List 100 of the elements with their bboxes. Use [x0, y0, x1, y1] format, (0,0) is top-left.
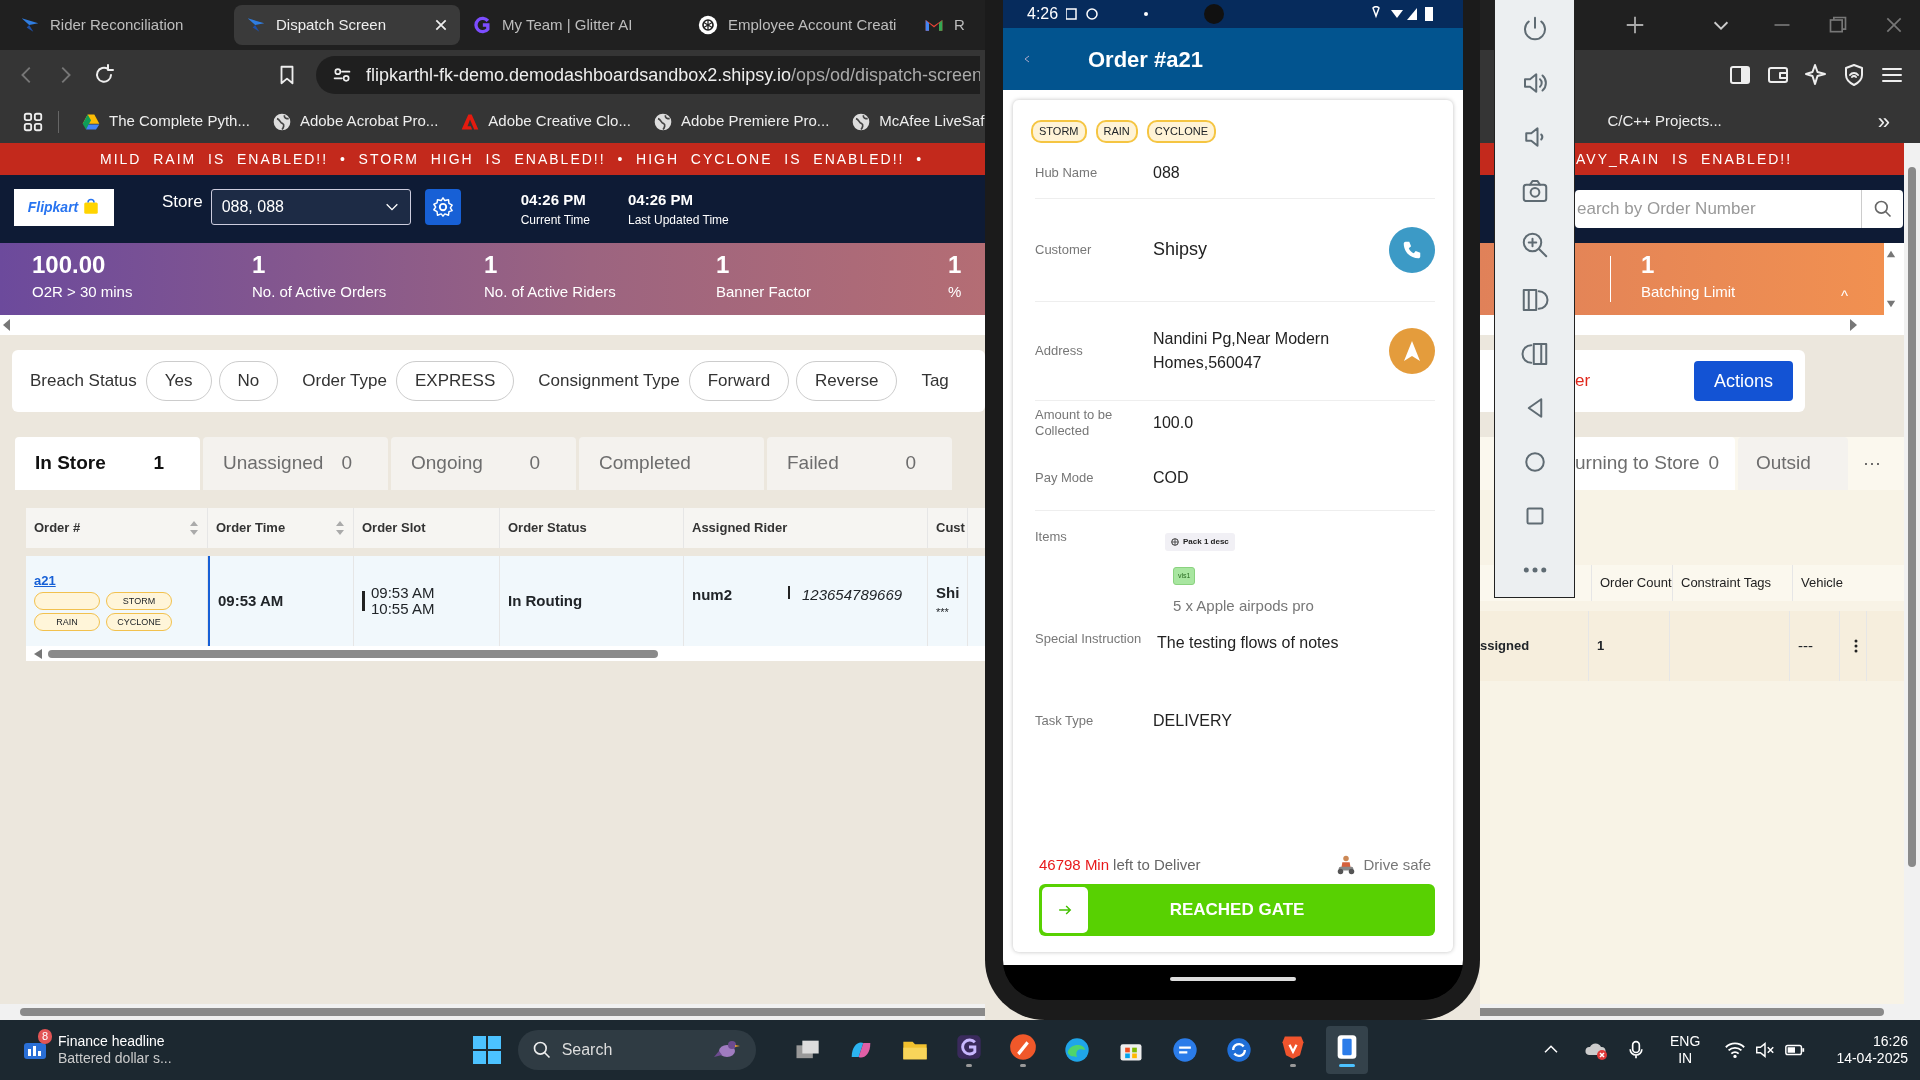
bookmark[interactable]: Adobe Premiere Pro... [652, 110, 830, 133]
stat-value: 1 [484, 250, 499, 280]
field-label: Customer [1035, 241, 1093, 258]
filter-label: Breach Status [30, 370, 137, 393]
bag-icon [82, 198, 101, 217]
status-tab[interactable]: Unassigned 0 [203, 437, 388, 490]
search-button[interactable] [1861, 190, 1903, 228]
status-tab[interactable]: In Store 1 [15, 437, 200, 490]
taskbar-app[interactable] [1325, 1026, 1368, 1074]
search-field[interactable]: earch by Order Number [1575, 190, 1861, 228]
browser-tab[interactable]: My Team | Glitter AI [460, 5, 686, 45]
field-label: Special Instruction [1035, 630, 1143, 647]
search-field[interactable]: Search [517, 1030, 756, 1070]
news-subtitle: Battered dollar s... [58, 1050, 172, 1067]
more-bookmarks-button[interactable]: » [1877, 105, 1890, 138]
site-settings-icon[interactable] [332, 65, 352, 85]
sidebar-icon[interactable] [1728, 63, 1752, 87]
weather-tag: RAIN [34, 613, 100, 632]
bookmark[interactable]: C/C++ Projects... [1607, 110, 1722, 133]
store-select[interactable]: 088, 088 [210, 188, 411, 225]
notification-badge: 8 [38, 1029, 53, 1044]
knot-icon [698, 15, 718, 35]
time-label: Current Time [520, 212, 590, 230]
stat-label: O2R > 30 mins [32, 282, 134, 302]
field-label: Task Type [1035, 712, 1095, 729]
status-tab[interactable]: Outsid [1738, 437, 1848, 490]
bookmark[interactable]: Adobe Acrobat Pro... [271, 110, 439, 133]
stat-label: Banner Factor [716, 282, 813, 302]
language-indicator[interactable]: ENG IN [1670, 1033, 1701, 1067]
kebab-menu-icon[interactable] [1854, 639, 1858, 653]
bookmark[interactable]: Adobe Creative Clo... [460, 110, 631, 133]
horizontal-scrollbar[interactable] [26, 646, 985, 661]
filter-chip[interactable]: Yes [145, 361, 212, 401]
camera-hole [1204, 4, 1225, 24]
globe-icon [851, 111, 872, 132]
sync-icon [1224, 1036, 1253, 1064]
rider-phone: 123654789669 [802, 585, 903, 605]
status-tab[interactable]: Failed 0 [767, 437, 952, 490]
status-tab[interactable]: Ongoing 0 [391, 437, 576, 490]
pen-icon [1008, 1033, 1037, 1061]
filter-label: Tag [921, 370, 949, 393]
weather-tag: STORM [106, 592, 172, 611]
browser-tab[interactable]: Employee Account Creati [686, 5, 912, 45]
field-label: Items [1035, 528, 1068, 545]
filter-chip[interactable]: EXPRESS [396, 361, 515, 401]
scroll-down-icon[interactable] [1884, 299, 1898, 309]
scrollbar-track[interactable] [1480, 1004, 1904, 1020]
time-label: Last Updated Time [628, 212, 729, 230]
restore-icon[interactable] [1828, 15, 1848, 35]
column-header: Vehicle [1801, 574, 1843, 593]
field-value: The testing flows of notes [1157, 632, 1340, 653]
store-label: Store [162, 190, 203, 213]
scrollbar-track[interactable] [0, 1004, 985, 1020]
globe-icon [271, 111, 292, 132]
field-label: Pay Mode [1035, 469, 1095, 486]
back-icon[interactable] [1023, 55, 1031, 63]
shield-icon[interactable] [1842, 63, 1866, 87]
slot-end: 10:55 AM [371, 601, 435, 617]
vehicle-text: --- [1798, 635, 1813, 656]
address-bar[interactable]: flipkarthl-fk-demo.demodashboardsandbox2.shipsy.io/ops/od/dispatch-screen [316, 56, 980, 94]
column-header: Assigned Rider [692, 519, 788, 538]
status-tab[interactable]: urning to Store 0 [1575, 437, 1735, 490]
slot-start: 09:53 AM [371, 585, 435, 601]
scrollbar[interactable] [1904, 143, 1920, 1020]
filter-chip[interactable]: Forward [688, 361, 790, 401]
close-icon[interactable] [434, 18, 448, 32]
call-button[interactable] [1389, 226, 1435, 273]
filter-text: er [1575, 370, 1591, 393]
sparkle-icon[interactable] [1804, 63, 1828, 87]
status-tab[interactable]: Completed [579, 437, 764, 490]
actions-button[interactable]: Actions [1693, 361, 1793, 401]
url-text: flipkarthl-fk-demo.demodashboardsandbox2.shipsy.io/ops/od/dispatch-screen [366, 63, 980, 87]
arrow-up-icon [1402, 339, 1422, 362]
new-tab-icon[interactable] [1624, 14, 1646, 36]
clock[interactable]: 16:26 14-04-2025 [1836, 1033, 1908, 1067]
bookmark[interactable]: McAfee LiveSaf [851, 110, 985, 133]
settings-button[interactable] [424, 188, 461, 225]
start-icon[interactable] [471, 1035, 502, 1065]
browser-tab[interactable]: R [912, 5, 972, 45]
timer-text: left to Deliver [1113, 854, 1201, 875]
field-label: Address [1035, 342, 1084, 359]
filter-chip[interactable]: No [218, 361, 279, 401]
drive-safe-text: Drive safe [1363, 854, 1431, 875]
weather-tag: RAIN [1095, 120, 1138, 143]
stat-value: 1 [948, 250, 963, 280]
browser-tab[interactable]: Dispatch Screen [234, 5, 460, 45]
gear-icon [431, 195, 454, 218]
browser-tab[interactable]: Rider Reconciliation [8, 5, 234, 45]
filter-label: Order Type [302, 370, 387, 393]
wave-icon [1062, 1036, 1091, 1064]
stat-label: No. of Active Riders [484, 282, 617, 302]
column-header: Constraint Tags [1681, 574, 1772, 593]
filter-chip[interactable]: Reverse [796, 361, 898, 401]
stat-label: % [948, 282, 963, 302]
speaker-muted-icon[interactable] [1754, 1039, 1777, 1061]
bookmark[interactable]: The Complete Pyth... [81, 110, 250, 133]
order-link[interactable]: a21 [34, 570, 56, 591]
apps-grid-icon[interactable] [22, 110, 44, 133]
chat-bubble-icon [1170, 1036, 1199, 1064]
scroll-up-icon[interactable] [1884, 249, 1898, 259]
